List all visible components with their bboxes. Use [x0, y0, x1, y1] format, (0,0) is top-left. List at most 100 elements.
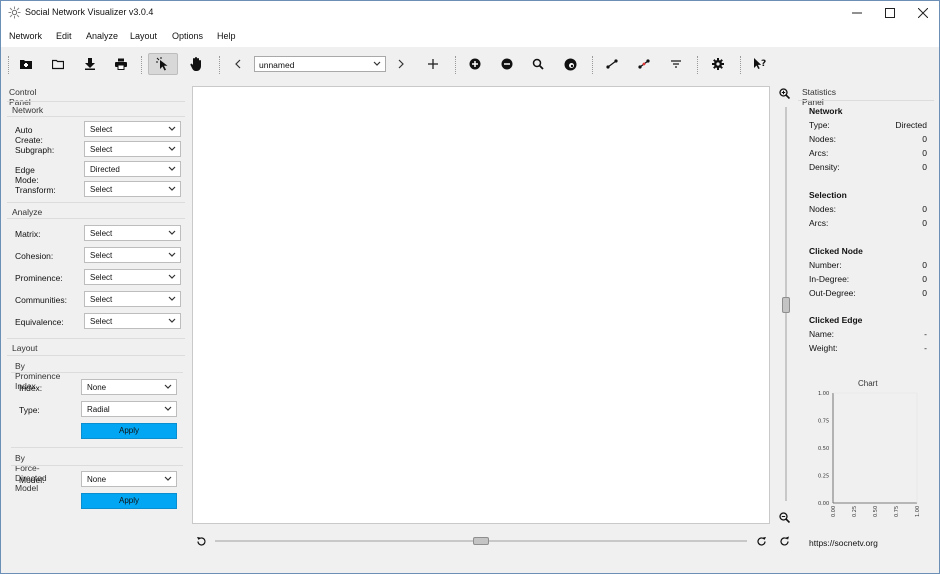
minimize-icon — [852, 12, 862, 14]
zoom-out-icon — [778, 511, 790, 523]
x-tick: 1.00 — [915, 506, 921, 517]
apply-prominence-layout-button[interactable]: Apply — [81, 423, 177, 439]
reset-view-button[interactable] — [776, 533, 792, 549]
close-button[interactable] — [905, 1, 940, 25]
stat-nodes-label: Nodes: — [809, 134, 836, 144]
statistics-panel-title: Statistics Panel — [802, 87, 837, 107]
auto-create-select[interactable]: Select — [84, 121, 181, 137]
network-section-header: Network — [12, 105, 44, 115]
print-button[interactable] — [110, 54, 132, 74]
layout-type-select[interactable]: Radial — [81, 401, 177, 417]
settings-button[interactable] — [707, 54, 729, 74]
filter-edges-button[interactable] — [665, 54, 687, 74]
open-network-button[interactable] — [47, 54, 69, 74]
menu-analyze[interactable]: Analyze — [86, 31, 118, 41]
chevron-down-icon — [168, 274, 176, 279]
edge-weight-value: - — [924, 343, 927, 353]
force-layout-header: By Force-Directed Model — [15, 453, 47, 493]
minimize-button[interactable] — [839, 1, 875, 25]
model-select[interactable]: None — [81, 471, 177, 487]
zoom-out-button[interactable] — [776, 509, 792, 525]
relation-select[interactable]: unnamed — [254, 56, 386, 72]
toolbar: ? — [1, 48, 939, 82]
cohesion-select[interactable]: Select — [84, 247, 181, 263]
graph-canvas[interactable] — [192, 86, 770, 524]
sel-nodes-label: Nodes: — [809, 204, 836, 214]
edge-mode-select[interactable]: Directed — [84, 161, 181, 177]
apply-force-layout-button[interactable]: Apply — [81, 493, 177, 509]
maximize-button[interactable] — [872, 1, 908, 25]
cohesion-label: Cohesion: — [15, 251, 54, 261]
search-icon — [532, 58, 544, 70]
rotate-slider-handle[interactable] — [473, 537, 489, 545]
communities-select[interactable]: Select — [84, 291, 181, 307]
menu-edit[interactable]: Edit — [56, 31, 72, 41]
select-mode-button[interactable] — [148, 53, 178, 75]
transform-value: Select — [90, 185, 113, 194]
previous-relation-button[interactable] — [227, 54, 249, 74]
new-network-button[interactable] — [15, 54, 37, 74]
selection-stats-header: Selection — [809, 190, 847, 200]
hand-pointer-icon — [189, 57, 201, 71]
network-stats: Network Type: Directed Nodes: 0 Arcs: 0 … — [809, 106, 927, 176]
subgraph-value: Select — [90, 145, 113, 154]
y-tick: 0.00 — [818, 501, 829, 507]
rotate-right-button[interactable] — [753, 533, 769, 549]
clicked-edge-stats: Clicked Edge Name: - Weight: - — [809, 315, 927, 355]
rotate-right-icon — [756, 536, 766, 546]
y-tick: 0.75 — [818, 419, 829, 425]
menu-options[interactable]: Options — [172, 31, 203, 41]
add-node-button[interactable] — [464, 54, 486, 74]
network-stats-header: Network — [809, 106, 843, 116]
add-relation-button[interactable] — [422, 54, 444, 74]
chevron-right-icon — [398, 59, 404, 69]
edge-mode-label: Edge Mode: — [15, 165, 39, 185]
menu-help[interactable]: Help — [217, 31, 236, 41]
menu-bar: Network Edit Analyze Layout Options Help — [1, 25, 939, 47]
project-link[interactable]: https://socnetv.org — [809, 538, 878, 548]
remove-node-button[interactable] — [496, 54, 518, 74]
add-edge-button[interactable] — [601, 54, 623, 74]
menu-network[interactable]: Network — [9, 31, 42, 41]
toolbar-separator — [219, 56, 220, 74]
auto-create-label: Auto Create: — [15, 125, 43, 145]
prominence-select[interactable]: Select — [84, 269, 181, 285]
pan-mode-button[interactable] — [185, 54, 207, 74]
menu-layout[interactable]: Layout — [130, 31, 157, 41]
stat-arcs-label: Arcs: — [809, 148, 829, 158]
chevron-down-icon — [168, 230, 176, 235]
add-edge-icon — [606, 59, 618, 69]
node-outdegree-label: Out-Degree: — [809, 288, 856, 298]
subgraph-label: Subgraph: — [15, 145, 55, 155]
zoom-in-button[interactable] — [776, 85, 792, 101]
chevron-down-icon — [168, 296, 176, 301]
clicked-node-header: Clicked Node — [809, 246, 863, 256]
next-relation-button[interactable] — [390, 54, 412, 74]
node-properties-button[interactable] — [559, 54, 581, 74]
y-tick: 0.25 — [818, 474, 829, 480]
communities-label: Communities: — [15, 295, 67, 305]
svg-text:?: ? — [761, 59, 766, 69]
node-number-value: 0 — [922, 260, 927, 270]
save-network-button[interactable] — [79, 54, 101, 74]
node-indegree-label: In-Degree: — [809, 274, 850, 284]
whats-this-button[interactable]: ? — [749, 54, 771, 74]
node-focus-icon — [564, 58, 576, 70]
equivalence-value: Select — [90, 317, 113, 326]
remove-edge-button[interactable] — [633, 54, 655, 74]
prominence-label: Prominence: — [15, 273, 63, 283]
equivalence-select[interactable]: Select — [84, 313, 181, 329]
x-tick: 0.50 — [873, 506, 879, 517]
help-question-icon: ? — [754, 58, 766, 69]
find-node-button[interactable] — [527, 54, 549, 74]
stat-type-label: Type: — [809, 120, 830, 130]
matrix-select[interactable]: Select — [84, 225, 181, 241]
rotate-left-button[interactable] — [193, 533, 209, 549]
zoom-slider-handle[interactable] — [782, 297, 790, 313]
x-tick: 0.75 — [894, 506, 900, 517]
folder-icon — [52, 59, 64, 70]
transform-select[interactable]: Select — [84, 181, 181, 197]
subgraph-select[interactable]: Select — [84, 141, 181, 157]
index-select[interactable]: None — [81, 379, 177, 395]
edge-name-value: - — [924, 329, 927, 339]
